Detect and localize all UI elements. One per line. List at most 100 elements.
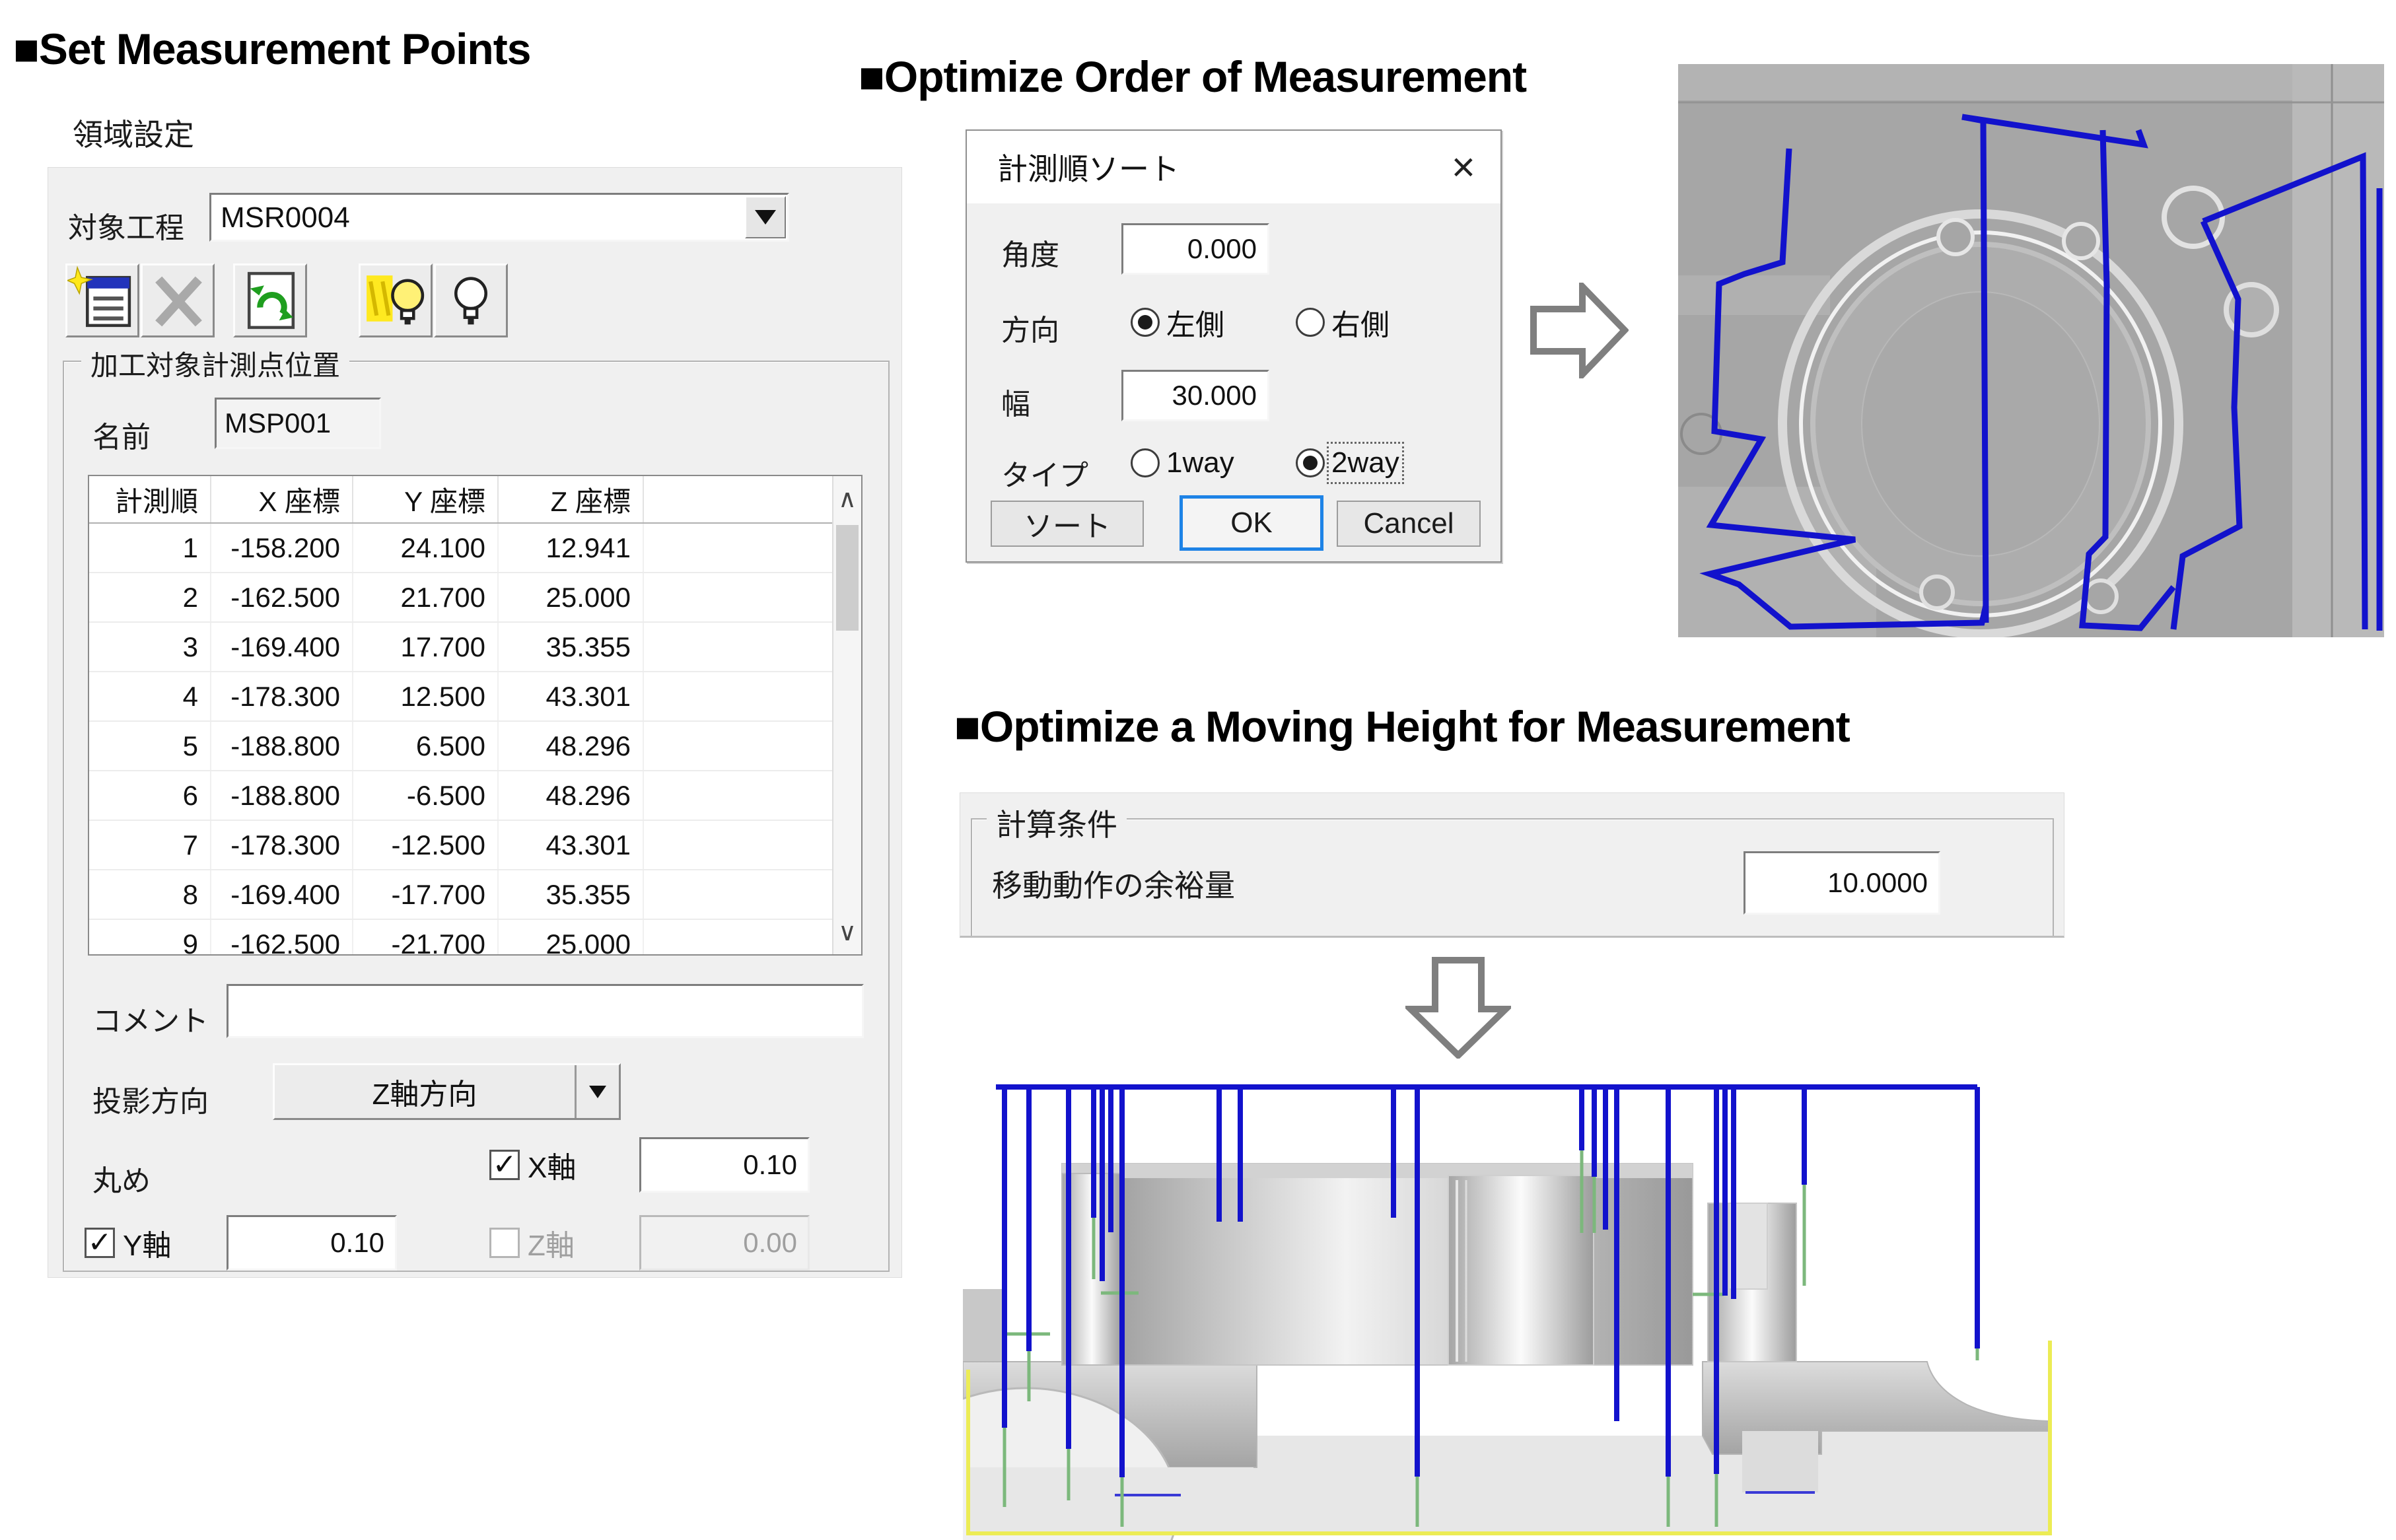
table-cell: -169.400 (211, 623, 353, 671)
show-lamp-button[interactable] (434, 263, 508, 337)
name-input[interactable]: MSP001 (215, 398, 381, 449)
table-cell (644, 870, 833, 919)
width-input[interactable]: 30.000 (1121, 370, 1269, 421)
refresh-points-button[interactable] (233, 263, 307, 337)
cad-side-view-image (963, 1071, 2055, 1540)
column-header-z[interactable]: Z 座標 (499, 476, 644, 522)
table-cell: -12.500 (353, 821, 499, 869)
table-row[interactable]: 7-178.300-12.50043.301 (89, 821, 833, 870)
table-cell: -188.800 (211, 722, 353, 770)
table-cell: -178.300 (211, 672, 353, 720)
measure-table-body: 1-158.20024.10012.9412-162.50021.70025.0… (89, 524, 833, 954)
close-icon[interactable]: × (1452, 144, 1475, 191)
radio-circle (1131, 308, 1160, 337)
x-axis-checkbox[interactable]: ✓ X軸 (489, 1144, 576, 1186)
table-cell: 17.700 (353, 623, 499, 671)
panel-title-region-settings: 領域設定 (73, 111, 194, 155)
y-axis-value-input[interactable]: 0.10 (227, 1215, 397, 1271)
table-cell: -162.500 (211, 920, 353, 954)
dialog-title: 計測順ソート (997, 145, 1180, 189)
column-header-y[interactable]: Y 座標 (353, 476, 499, 522)
check-icon: ✓ (88, 1228, 112, 1257)
measure-point-table: 計測順 X 座標 Y 座標 Z 座標 1-158.20024.10012.941… (88, 475, 863, 956)
column-header-x[interactable]: X 座標 (211, 476, 353, 522)
table-row[interactable]: 2-162.50021.70025.000 (89, 573, 833, 623)
comment-label: コメント (92, 997, 209, 1039)
direction-left-radio[interactable]: 左側 (1131, 301, 1224, 343)
z-axis-label: Z軸 (528, 1222, 575, 1264)
type-1way-radio[interactable]: 1way (1131, 446, 1234, 479)
calc-conditions-panel: 計算条件 移動動作の余裕量 10.0000 (960, 792, 2064, 938)
table-row[interactable]: 4-178.30012.50043.301 (89, 672, 833, 722)
scrollbar-thumb[interactable] (836, 525, 859, 631)
y-axis-checkbox[interactable]: ✓ Y軸 (85, 1222, 171, 1264)
table-row[interactable]: 5-188.8006.50048.296 (89, 722, 833, 771)
width-label: 幅 (1001, 380, 1030, 423)
delete-x-icon (143, 265, 213, 335)
add-point-button[interactable] (65, 263, 139, 337)
direction-right-label: 右側 (1331, 301, 1390, 343)
column-header-order[interactable]: 計測順 (89, 476, 211, 522)
y-axis-label: Y軸 (123, 1222, 171, 1264)
table-cell: 12.500 (353, 672, 499, 720)
scroll-down-icon[interactable]: ∨ (833, 909, 861, 954)
angle-input[interactable]: 0.000 (1121, 223, 1269, 275)
table-cell: -169.400 (211, 870, 353, 919)
type-label: タイプ (1001, 452, 1088, 494)
chevron-down-icon (589, 1086, 606, 1098)
table-cell: 25.000 (499, 920, 644, 954)
table-scrollbar[interactable]: ∧ ∨ (832, 476, 861, 954)
x-axis-label: X軸 (528, 1144, 576, 1186)
target-process-dropdown-button[interactable] (745, 196, 786, 238)
table-row[interactable]: 1-158.20024.10012.941 (89, 524, 833, 573)
table-cell: 4 (89, 672, 211, 720)
type-2way-radio[interactable]: 2way (1296, 446, 1399, 479)
comment-input[interactable] (227, 984, 864, 1038)
table-cell: 12.941 (499, 524, 644, 572)
name-value: MSP001 (225, 407, 331, 439)
projection-label: 投影方向 (92, 1078, 209, 1120)
measurement-ui: ■Set Measurement Points 領域設定 対象工程 MSR000… (0, 0, 2396, 1540)
dialog-titlebar[interactable]: 計測順ソート × (967, 131, 1500, 203)
z-axis-value-input[interactable]: 0.00 (639, 1215, 810, 1271)
checkbox-box: ✓ (489, 1228, 520, 1258)
cad-top-view-image (1678, 64, 2384, 637)
lamp-icon (436, 265, 506, 335)
radio-circle (1296, 308, 1325, 337)
y-axis-value: 0.10 (330, 1227, 384, 1259)
name-label: 名前 (92, 413, 151, 456)
scroll-up-icon[interactable]: ∧ (833, 476, 861, 521)
projection-value: Z軸方向 (275, 1070, 575, 1113)
z-axis-checkbox[interactable]: ✓ Z軸 (489, 1222, 575, 1264)
table-cell: -21.700 (353, 920, 499, 954)
ok-button[interactable]: OK (1180, 495, 1323, 551)
direction-right-radio[interactable]: 右側 (1296, 301, 1390, 343)
table-cell: 25.000 (499, 573, 644, 621)
delete-point-button[interactable] (141, 263, 215, 337)
moving-margin-value: 10.0000 (1827, 867, 1928, 899)
table-cell: 43.301 (499, 672, 644, 720)
table-row[interactable]: 3-169.40017.70035.355 (89, 623, 833, 672)
cancel-button[interactable]: Cancel (1337, 501, 1481, 547)
projection-dropdown-button[interactable] (575, 1065, 619, 1118)
table-cell: 21.700 (353, 573, 499, 621)
table-header-row: 計測順 X 座標 Y 座標 Z 座標 (89, 476, 833, 524)
x-axis-value-input[interactable]: 0.10 (639, 1137, 810, 1193)
table-cell: 35.355 (499, 870, 644, 919)
show-number-lamp-button[interactable] (359, 263, 433, 337)
target-process-value: MSR0004 (221, 201, 350, 234)
sort-button[interactable]: ソート (991, 501, 1144, 547)
target-process-combobox[interactable]: MSR0004 (209, 193, 789, 242)
radio-circle (1131, 448, 1160, 477)
projection-dropdown[interactable]: Z軸方向 (273, 1063, 621, 1120)
table-cell: 24.100 (353, 524, 499, 572)
rounding-label: 丸め (92, 1157, 151, 1199)
moving-margin-input[interactable]: 10.0000 (1744, 851, 1940, 915)
angle-label: 角度 (1001, 231, 1059, 273)
section-heading-sort-order: ■Optimize Order of Measurement (859, 52, 1526, 102)
table-row[interactable]: 8-169.400-17.70035.355 (89, 870, 833, 920)
table-row[interactable]: 9-162.500-21.70025.000 (89, 920, 833, 954)
check-icon: ✓ (493, 1150, 517, 1179)
z-axis-value: 0.00 (743, 1227, 797, 1259)
table-row[interactable]: 6-188.800-6.50048.296 (89, 771, 833, 821)
